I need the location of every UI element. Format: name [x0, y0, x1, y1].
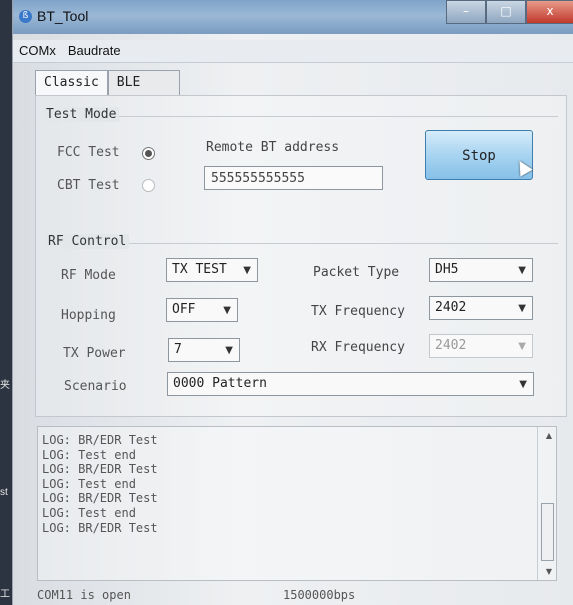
window-controls: – □ x [446, 0, 573, 24]
chevron-down-icon: ▼ [223, 305, 231, 316]
stop-button[interactable]: Stop [425, 130, 533, 180]
rf-control-title: RF Control [45, 234, 130, 249]
tab-strip: Classic BLE [35, 70, 180, 96]
chevron-down-icon: ▼ [519, 379, 527, 390]
log-line: LOG: Test end [42, 447, 136, 462]
port-status: COM11 is open [37, 588, 131, 602]
chevron-down-icon: ▼ [518, 303, 526, 314]
log-line: LOG: BR/EDR Test [42, 491, 158, 506]
remote-address-input[interactable]: 555555555555 [204, 166, 383, 190]
test-mode-divider [43, 116, 558, 117]
menu-baudrate[interactable]: Baudrate [62, 40, 127, 62]
tab-ble[interactable]: BLE [107, 70, 180, 96]
title-bar[interactable]: ß BT_Tool – □ x [13, 0, 573, 34]
scroll-down-icon[interactable]: ▼ [546, 567, 552, 576]
app-window: ß BT_Tool – □ x COMx Baudrate Classic BL… [12, 0, 573, 605]
bluetooth-icon: ß [19, 10, 32, 23]
cbt-test-label: CBT Test [57, 178, 120, 193]
desktop-label: st [0, 487, 8, 498]
scrollbar-thumb[interactable] [541, 503, 554, 561]
packet-type-value: DH5 [435, 262, 459, 277]
hopping-label: Hopping [61, 308, 116, 323]
chevron-down-icon: ▼ [518, 265, 526, 276]
tx-power-select[interactable]: 7 ▼ [168, 338, 240, 362]
baud-status: 1500000bps [283, 588, 356, 602]
scenario-value: 0000 Pattern [173, 376, 267, 391]
tx-frequency-label: TX Frequency [311, 304, 405, 319]
rf-mode-select[interactable]: TX TEST ▼ [166, 258, 258, 282]
log-line: LOG: Test end [42, 476, 136, 491]
log-line: LOG: BR/EDR Test [42, 462, 158, 477]
status-bar: COM11 is open 1500000bps [13, 584, 573, 605]
log-line: LOG: Test end [42, 505, 136, 520]
packet-type-label: Packet Type [313, 265, 400, 280]
tab-classic[interactable]: Classic [35, 70, 108, 96]
rx-frequency-label: RX Frequency [311, 340, 405, 355]
scroll-up-icon[interactable]: ▲ [546, 431, 552, 440]
hopping-select[interactable]: OFF ▼ [166, 298, 238, 322]
chevron-down-icon: ▼ [243, 265, 251, 276]
close-button[interactable]: x [526, 0, 573, 24]
cbt-test-radio[interactable] [142, 179, 155, 192]
test-mode-title: Test Mode [43, 107, 120, 122]
tx-frequency-value: 2402 [435, 300, 467, 315]
scenario-select[interactable]: 0000 Pattern ▼ [167, 372, 534, 396]
rx-frequency-select[interactable]: 2402 ▼ [429, 334, 533, 358]
rf-mode-value: TX TEST [172, 262, 227, 277]
tx-power-value: 7 [174, 342, 182, 357]
log-line: LOG: BR/EDR Test [42, 433, 158, 447]
chevron-down-icon: ▼ [518, 341, 526, 352]
maximize-button[interactable]: □ [486, 0, 526, 24]
tx-frequency-select[interactable]: 2402 ▼ [429, 296, 533, 320]
packet-type-select[interactable]: DH5 ▼ [429, 258, 533, 282]
log-scrollbar[interactable]: ▲ ▼ [537, 427, 556, 580]
fcc-test-radio[interactable] [142, 147, 155, 160]
rf-mode-label: RF Mode [61, 268, 116, 283]
hopping-value: OFF [172, 302, 196, 317]
window-title: BT_Tool [37, 8, 89, 24]
desktop-label: 工 [0, 589, 10, 600]
log-output[interactable]: LOG: BR/EDR Test LOG: Test end LOG: BR/E… [37, 426, 557, 581]
tx-power-label: TX Power [63, 346, 126, 361]
menu-comx[interactable]: COMx [13, 40, 62, 62]
chevron-down-icon: ▼ [225, 345, 233, 356]
fcc-test-label: FCC Test [57, 145, 120, 160]
scenario-label: Scenario [64, 379, 127, 394]
menu-bar: COMx Baudrate [13, 40, 573, 63]
rx-frequency-value: 2402 [435, 338, 467, 353]
log-line: LOG: BR/EDR Test [42, 520, 158, 535]
minimize-button[interactable]: – [446, 0, 486, 24]
desktop-label: 夹 [0, 380, 10, 391]
remote-address-label: Remote BT address [206, 140, 340, 155]
